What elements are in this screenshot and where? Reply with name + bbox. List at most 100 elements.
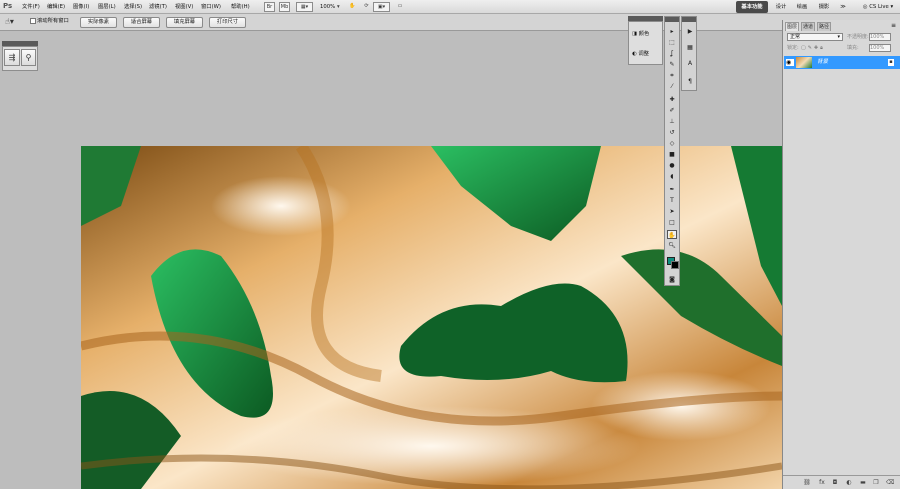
mask-icon[interactable]: ◘ — [831, 479, 839, 487]
type-tool-icon[interactable]: T — [667, 196, 677, 205]
lock-icon[interactable]: ▢✎✚🔒︎ — [801, 44, 825, 52]
eye-icon[interactable]: ◉ — [786, 59, 794, 66]
toolbox-header[interactable] — [665, 17, 679, 22]
gradient-tool-icon[interactable]: ■ — [667, 150, 677, 159]
layer-name[interactable]: 背景 — [817, 56, 828, 69]
arrange-icon: ▣▾ — [377, 4, 386, 10]
bridge-button[interactable]: Br — [264, 2, 275, 12]
view-extras-button[interactable]: ▦▾ — [296, 2, 313, 12]
clone-source-icon[interactable]: ⚲ — [21, 49, 36, 66]
pen-tool-icon[interactable]: ✒ — [667, 185, 677, 194]
blend-mode-select[interactable]: 正常 ▾ — [787, 33, 843, 41]
cs-live-button[interactable]: ◎ CS Live ▾ — [858, 1, 898, 13]
marquee-tool-icon[interactable]: ⬚ — [667, 38, 677, 47]
zoom-level[interactable]: 100% — [320, 0, 335, 14]
paragraph-panel-icon[interactable]: ¶ — [685, 77, 695, 86]
fill-label: 填充: — [847, 45, 859, 51]
tab-layers[interactable]: 图层 — [785, 22, 799, 31]
print-size-button[interactable]: 打印尺寸 — [209, 17, 246, 28]
quick-select-tool-icon[interactable]: ✎ — [667, 60, 677, 69]
adjustment-icon[interactable]: ◐ — [845, 479, 853, 487]
tool-presets-icon[interactable]: ⇶ — [4, 49, 20, 66]
collapsed-panels: ◨ 颜色 ◐ 调整 — [628, 16, 663, 65]
collapsed-panels-body: ◨ 颜色 ◐ 调整 — [628, 21, 663, 65]
menu-edit[interactable]: 编辑(E) — [47, 0, 65, 14]
panel-body: ⇶ ⚲ — [2, 46, 38, 71]
tab-paths[interactable]: 路径 — [817, 22, 831, 31]
adjustments-panel-button[interactable]: ◐ 调整 — [632, 48, 662, 60]
fill-field[interactable]: 100% — [869, 44, 891, 52]
workspace-design[interactable]: 设计 — [773, 1, 789, 13]
blend-mode-value: 正常 — [790, 34, 801, 40]
workspace-painting[interactable]: 绘画 — [794, 1, 810, 13]
history-brush-tool-icon[interactable]: ↺ — [667, 128, 677, 137]
menu-help[interactable]: 帮助(H) — [231, 0, 250, 14]
lasso-tool-icon[interactable]: ʆ — [667, 49, 677, 58]
tab-channels[interactable]: 通道 — [801, 22, 815, 31]
history-panel-icon[interactable]: ▶ — [685, 27, 695, 36]
menu-window[interactable]: 窗口(W) — [201, 0, 221, 14]
move-tool-icon[interactable]: ▸ — [667, 27, 677, 36]
new-layer-icon[interactable]: ❐ — [872, 479, 880, 487]
opacity-label: 不透明度: — [847, 34, 869, 40]
menu-bar: Ps 文件(F) 编辑(E) 图像(I) 图层(L) 选择(S) 滤镜(T) 视… — [0, 0, 900, 14]
minibridge-button[interactable]: Mb — [279, 2, 290, 12]
toolbox: ▸ ⬚ ʆ ✎ ⌗ ⁄ ✚ ✐ ⊥ ↺ ◇ ■ ● ◖ ✒ T ➤ □ ✋ 🔍︎… — [664, 16, 680, 286]
app-logo: Ps — [3, 2, 13, 10]
menu-file[interactable]: 文件(F) — [22, 0, 40, 14]
arrange-docs-button[interactable]: ▣▾ — [373, 2, 390, 12]
hand-icon[interactable]: ✋ — [347, 2, 358, 12]
workspace-essentials[interactable]: 基本功能 — [736, 1, 768, 13]
layers-footer — [783, 475, 900, 489]
actual-pixels-button[interactable]: 实际像素 — [80, 17, 117, 28]
brush-tool-icon[interactable]: ✐ — [667, 106, 677, 115]
fx-icon[interactable]: fx — [818, 479, 826, 487]
dodge-tool-icon[interactable]: ◖ — [667, 172, 677, 181]
chevron-down-icon[interactable]: ▾ — [337, 0, 340, 14]
menu-select[interactable]: 选择(S) — [124, 0, 142, 14]
lock-icon: ▪ — [888, 59, 894, 66]
color-label: 颜色 — [638, 31, 650, 37]
menu-image[interactable]: 图像(I) — [73, 0, 89, 14]
folder-icon[interactable]: ▬ — [859, 479, 867, 487]
panel-dock-icons: ▶ ▦ A ¶ — [681, 16, 697, 91]
cs-live-label: CS Live ▾ — [869, 4, 894, 10]
floating-tools-panel: ⇶ ⚲ — [2, 41, 38, 71]
color-panel-button[interactable]: ◨ 颜色 — [632, 28, 662, 40]
rotate-view-icon[interactable]: ⟳ — [361, 2, 372, 12]
menu-layer[interactable]: 图层(L) — [98, 0, 116, 14]
panel-dock-header[interactable] — [682, 17, 696, 22]
layers-panel: 图层 通道 路径 ≡ 正常 ▾ 不透明度: 100% 锁定: ▢✎✚🔒︎ 填充: … — [782, 20, 900, 489]
shape-tool-icon[interactable]: □ — [667, 218, 677, 227]
fit-screen-button[interactable]: 适合屏幕 — [123, 17, 160, 28]
hand-tool-icon[interactable]: ✋ — [667, 230, 677, 239]
workspace-photography[interactable]: 摄影 — [816, 1, 832, 13]
fill-screen-button[interactable]: 填充屏幕 — [166, 17, 203, 28]
panel-menu-icon[interactable]: ≡ — [891, 22, 896, 29]
menu-view[interactable]: 视图(V) — [175, 0, 193, 14]
grid-icon: ▦▾ — [300, 4, 309, 10]
eraser-tool-icon[interactable]: ◇ — [667, 139, 677, 148]
swatches-panel-icon[interactable]: ▦ — [685, 43, 695, 52]
character-panel-icon[interactable]: A — [685, 59, 695, 68]
tool-preset-picker[interactable]: ☝▾ — [5, 16, 23, 28]
workspace-more[interactable]: ≫ — [838, 1, 848, 13]
quick-mask-icon[interactable]: ◙ — [667, 275, 677, 284]
layer-row[interactable]: ◉ 背景 ▪ — [784, 56, 900, 69]
background-color-swatch[interactable] — [671, 261, 679, 269]
scroll-all-checkbox[interactable] — [30, 18, 36, 24]
clone-stamp-tool-icon[interactable]: ⊥ — [667, 117, 677, 126]
path-select-tool-icon[interactable]: ➤ — [667, 207, 677, 216]
eyedropper-tool-icon[interactable]: ⁄ — [667, 82, 677, 91]
opacity-field[interactable]: 100% — [869, 33, 891, 41]
blur-tool-icon[interactable]: ● — [667, 161, 677, 170]
screen-mode-icon[interactable]: ▭ — [395, 2, 405, 12]
zoom-tool-icon[interactable]: 🔍︎ — [667, 241, 677, 250]
link-icon[interactable]: ⛓ — [803, 479, 811, 487]
crop-tool-icon[interactable]: ⌗ — [667, 71, 677, 80]
scroll-all-label: 滚动所有窗口 — [37, 18, 69, 24]
healing-brush-tool-icon[interactable]: ✚ — [667, 95, 677, 104]
trash-icon[interactable]: ⌫ — [886, 479, 894, 487]
menu-filter[interactable]: 滤镜(T) — [149, 0, 167, 14]
hand-tool-icon: ☝ — [5, 17, 10, 26]
